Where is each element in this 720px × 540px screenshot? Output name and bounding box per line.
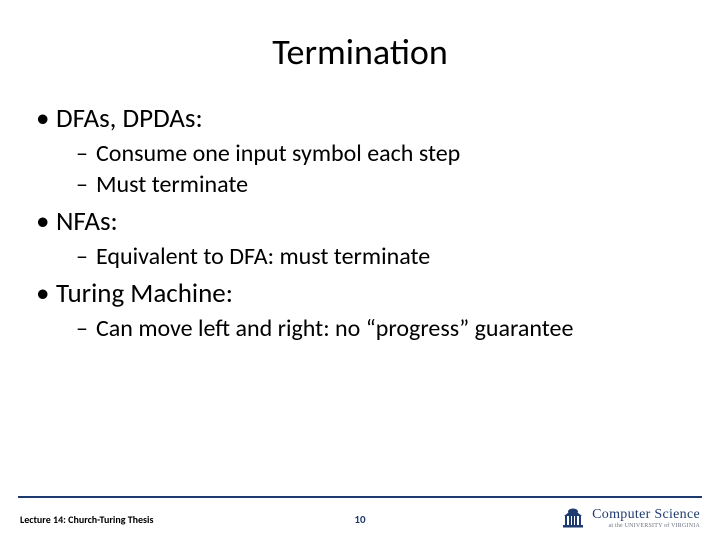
bullet-level2: Consume one input symbol each step xyxy=(34,139,686,168)
bullet-level2: Equivalent to DFA: must terminate xyxy=(34,242,686,271)
bullet-level2: Can move left and right: no “progress” g… xyxy=(34,314,686,343)
slide-footer: Lecture 14: Church-Turing Thesis 10 Comp… xyxy=(0,490,720,540)
bullet-level1: DFAs, DPDAs: xyxy=(34,102,686,135)
slide-title: Termination xyxy=(34,30,686,74)
bullet-level1: NFAs: xyxy=(34,205,686,238)
dept-logo: Computer Science at the UNIVERSITY of VI… xyxy=(560,506,700,530)
logo-sub-text: at the UNIVERSITY of VIRGINIA xyxy=(609,523,700,529)
logo-main-text: Computer Science xyxy=(592,508,700,522)
logo-text: Computer Science at the UNIVERSITY of VI… xyxy=(592,508,700,529)
slide-content: DFAs, DPDAs: Consume one input symbol ea… xyxy=(34,102,686,540)
lecture-label: Lecture 14: Church-Turing Thesis xyxy=(20,513,154,526)
bullet-level2: Must terminate xyxy=(34,170,686,199)
slide: Termination DFAs, DPDAs: Consume one inp… xyxy=(0,0,720,540)
footer-divider xyxy=(18,496,702,498)
page-number: 10 xyxy=(354,513,365,526)
bullet-level1: Turing Machine: xyxy=(34,277,686,310)
rotunda-icon xyxy=(560,506,586,530)
